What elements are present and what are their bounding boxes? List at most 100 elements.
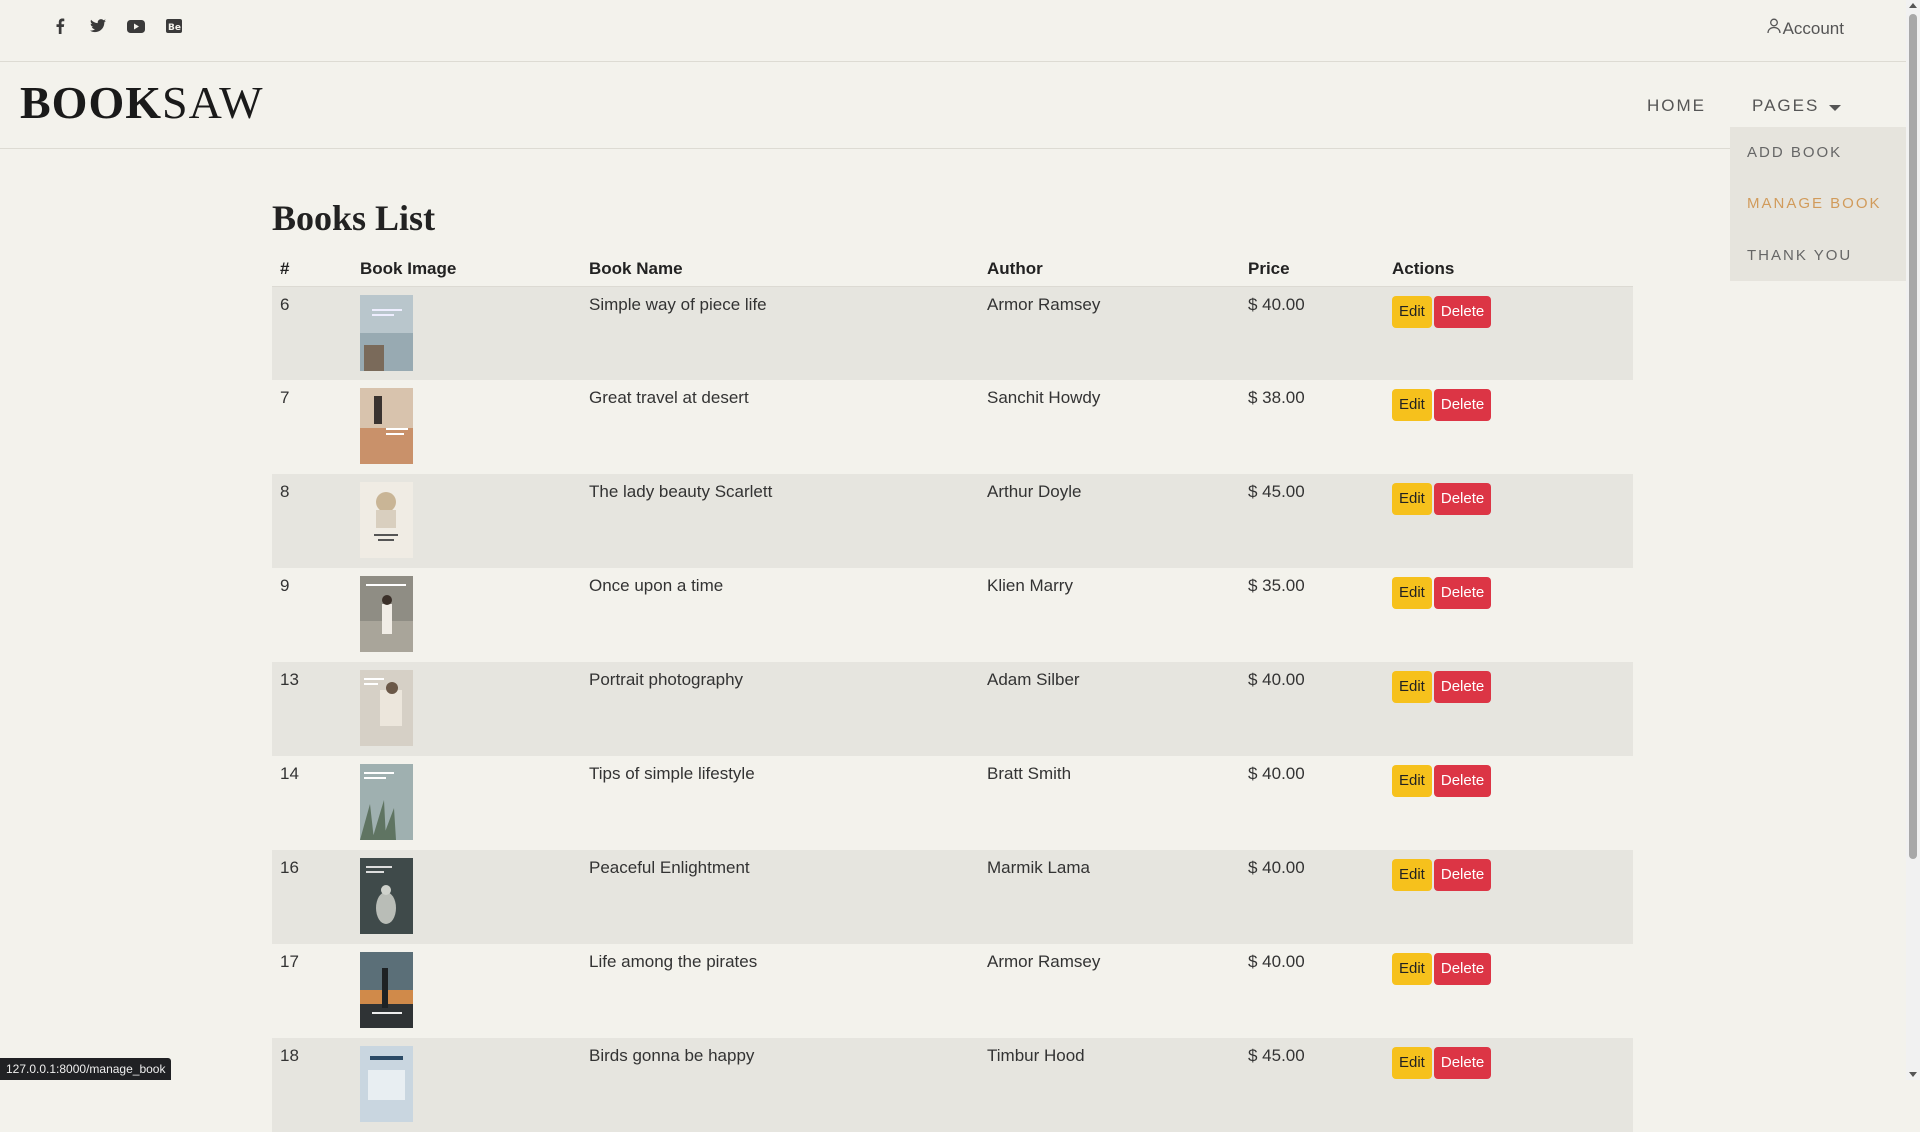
account-link[interactable]: Account: [1767, 18, 1844, 39]
table-row: 9 Once upon a time Klien Marry $ 35.00 E…: [272, 568, 1633, 662]
book-cover-image[interactable]: [360, 295, 413, 371]
site-header: BOOKSAW HOME PAGES: [0, 62, 1906, 149]
row-book-name: Birds gonna be happy: [581, 1038, 979, 1132]
delete-button[interactable]: Delete: [1434, 296, 1491, 328]
svg-text:Be: Be: [168, 23, 181, 33]
table-row: 17 Life among the pirates Armor Ramsey $…: [272, 944, 1633, 1038]
logo-thin-text: SAW: [162, 77, 264, 128]
row-id: 18: [272, 1038, 352, 1132]
row-image-cell: [352, 568, 581, 662]
table-row: 13 Portrait photography Adam Silber $ 40…: [272, 662, 1633, 756]
book-cover-image[interactable]: [360, 952, 413, 1028]
edit-button[interactable]: Edit: [1392, 296, 1432, 328]
row-book-name: The lady beauty Scarlett: [581, 474, 979, 568]
facebook-icon[interactable]: [50, 16, 70, 36]
row-price: $ 40.00: [1240, 944, 1384, 1038]
book-cover-image[interactable]: [360, 1046, 413, 1122]
scroll-down-arrow-icon[interactable]: [1909, 1072, 1917, 1077]
dropdown-item-manage-book[interactable]: MANAGE BOOK: [1747, 195, 1882, 212]
status-url: 127.0.0.1:8000/manage_book: [0, 1058, 171, 1080]
delete-button[interactable]: Delete: [1434, 1047, 1491, 1079]
edit-button[interactable]: Edit: [1392, 765, 1432, 797]
column-header-image: Book Image: [352, 252, 581, 286]
scroll-thumb[interactable]: [1909, 14, 1917, 859]
table-row: 14 Tips of simple lifestyle Bratt Smith …: [272, 756, 1633, 850]
nav-home[interactable]: HOME: [1647, 96, 1706, 116]
table-row: 16 Peaceful Enlightment Marmik Lama $ 40…: [272, 850, 1633, 944]
logo[interactable]: BOOKSAW: [20, 76, 264, 129]
nav-pages-label: PAGES: [1752, 96, 1819, 116]
edit-button[interactable]: Edit: [1392, 859, 1432, 891]
edit-button[interactable]: Edit: [1392, 671, 1432, 703]
row-actions: EditDelete: [1384, 286, 1633, 380]
row-actions: EditDelete: [1384, 380, 1633, 474]
row-author: Marmik Lama: [979, 850, 1240, 944]
logo-bold-text: BOOK: [20, 77, 162, 128]
row-book-name: Once upon a time: [581, 568, 979, 662]
row-book-name: Great travel at desert: [581, 380, 979, 474]
row-image-cell: [352, 474, 581, 568]
delete-button[interactable]: Delete: [1434, 671, 1491, 703]
delete-button[interactable]: Delete: [1434, 765, 1491, 797]
book-cover-image[interactable]: [360, 576, 413, 652]
table-header-row: # Book Image Book Name Author Price Acti…: [272, 252, 1633, 286]
row-author: Arthur Doyle: [979, 474, 1240, 568]
scroll-up-arrow-icon[interactable]: [1909, 3, 1917, 8]
row-id: 6: [272, 286, 352, 380]
account-label: Account: [1783, 19, 1844, 39]
column-header-author: Author: [979, 252, 1240, 286]
social-links: Be: [50, 16, 184, 36]
row-id: 16: [272, 850, 352, 944]
delete-button[interactable]: Delete: [1434, 483, 1491, 515]
user-icon: [1767, 18, 1781, 39]
edit-button[interactable]: Edit: [1392, 577, 1432, 609]
column-header-price: Price: [1240, 252, 1384, 286]
row-image-cell: [352, 286, 581, 380]
row-price: $ 35.00: [1240, 568, 1384, 662]
dropdown-item-thank-you[interactable]: THANK YOU: [1747, 247, 1852, 264]
delete-button[interactable]: Delete: [1434, 859, 1491, 891]
book-cover-image[interactable]: [360, 764, 413, 840]
nav-pages[interactable]: PAGES: [1752, 96, 1841, 116]
twitter-icon[interactable]: [88, 16, 108, 36]
row-price: $ 40.00: [1240, 850, 1384, 944]
delete-button[interactable]: Delete: [1434, 577, 1491, 609]
row-image-cell: [352, 756, 581, 850]
table-row: 7 Great travel at desert Sanchit Howdy $…: [272, 380, 1633, 474]
youtube-icon[interactable]: [126, 16, 146, 36]
page-title: Books List: [272, 196, 435, 240]
book-cover-image[interactable]: [360, 388, 413, 464]
row-image-cell: [352, 1038, 581, 1132]
pages-dropdown: ADD BOOK MANAGE BOOK THANK YOU: [1730, 127, 1906, 281]
chevron-down-icon: [1829, 105, 1841, 111]
row-price: $ 45.00: [1240, 1038, 1384, 1132]
row-actions: EditDelete: [1384, 662, 1633, 756]
edit-button[interactable]: Edit: [1392, 953, 1432, 985]
row-author: Armor Ramsey: [979, 944, 1240, 1038]
book-cover-image[interactable]: [360, 670, 413, 746]
book-cover-image[interactable]: [360, 858, 413, 934]
edit-button[interactable]: Edit: [1392, 1047, 1432, 1079]
scrollbar[interactable]: [1906, 0, 1920, 1080]
row-price: $ 40.00: [1240, 662, 1384, 756]
row-author: Sanchit Howdy: [979, 380, 1240, 474]
row-id: 8: [272, 474, 352, 568]
dropdown-item-add-book[interactable]: ADD BOOK: [1747, 144, 1842, 161]
row-id: 7: [272, 380, 352, 474]
row-author: Armor Ramsey: [979, 286, 1240, 380]
delete-button[interactable]: Delete: [1434, 953, 1491, 985]
table-row: 8 The lady beauty Scarlett Arthur Doyle …: [272, 474, 1633, 568]
row-price: $ 45.00: [1240, 474, 1384, 568]
book-cover-image[interactable]: [360, 482, 413, 558]
delete-button[interactable]: Delete: [1434, 389, 1491, 421]
behance-icon[interactable]: Be: [164, 16, 184, 36]
row-price: $ 40.00: [1240, 286, 1384, 380]
row-image-cell: [352, 944, 581, 1038]
edit-button[interactable]: Edit: [1392, 483, 1432, 515]
column-header-name: Book Name: [581, 252, 979, 286]
edit-button[interactable]: Edit: [1392, 389, 1432, 421]
column-header-actions: Actions: [1384, 252, 1633, 286]
row-book-name: Simple way of piece life: [581, 286, 979, 380]
row-author: Timbur Hood: [979, 1038, 1240, 1132]
row-price: $ 40.00: [1240, 756, 1384, 850]
